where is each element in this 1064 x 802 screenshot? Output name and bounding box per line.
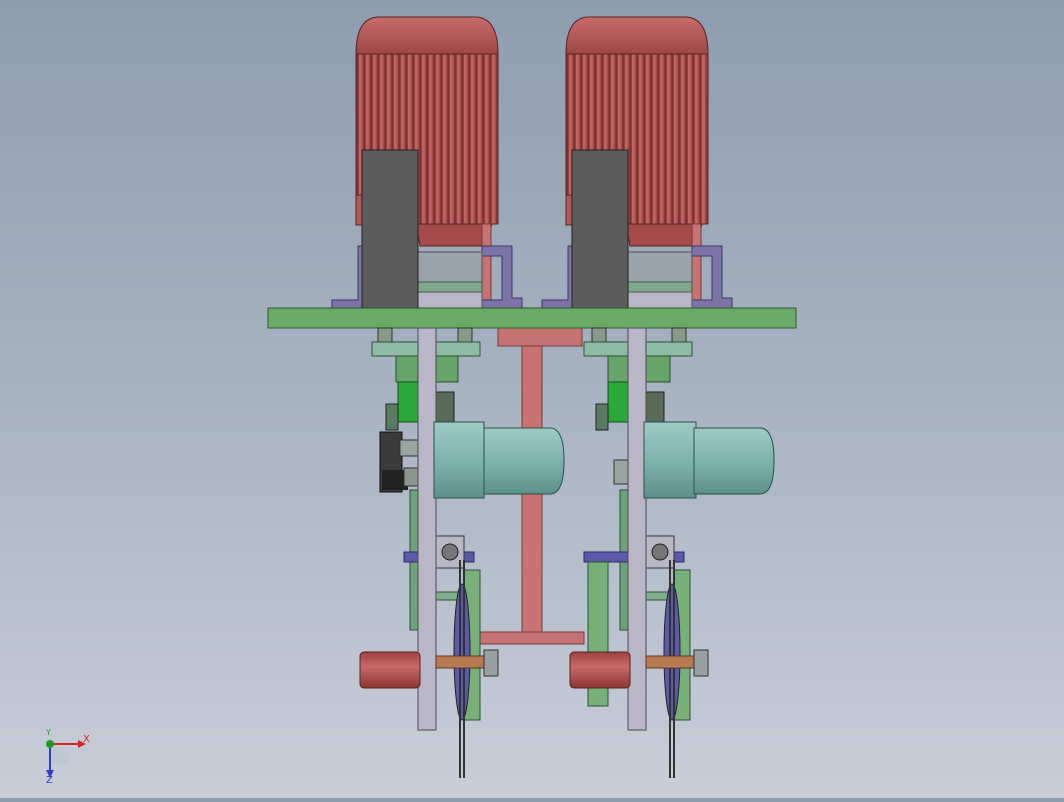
right-lower-assembly[interactable] [569, 327, 775, 778]
right-roller [569, 651, 631, 689]
right-pulley [663, 583, 681, 721]
left-gear-motor [483, 427, 565, 495]
assembly-drawing[interactable] [0, 0, 1064, 798]
left-motor-bracket [331, 245, 523, 309]
left-roller [359, 651, 421, 689]
right-dark-plate [571, 149, 629, 309]
left-pulley [453, 583, 471, 721]
main-mounting-plate[interactable] [267, 307, 797, 329]
right-gear-motor [693, 427, 775, 495]
cad-viewport[interactable] [0, 0, 1064, 798]
orientation-triad[interactable]: X Y Z [38, 728, 108, 790]
y-axis-label: Y [46, 728, 51, 737]
right-motor-bracket [541, 245, 733, 309]
left-dark-plate [361, 149, 419, 309]
z-axis-label: Z [46, 775, 53, 786]
y-axis-dot [46, 740, 54, 748]
x-axis-label: X [83, 734, 90, 745]
